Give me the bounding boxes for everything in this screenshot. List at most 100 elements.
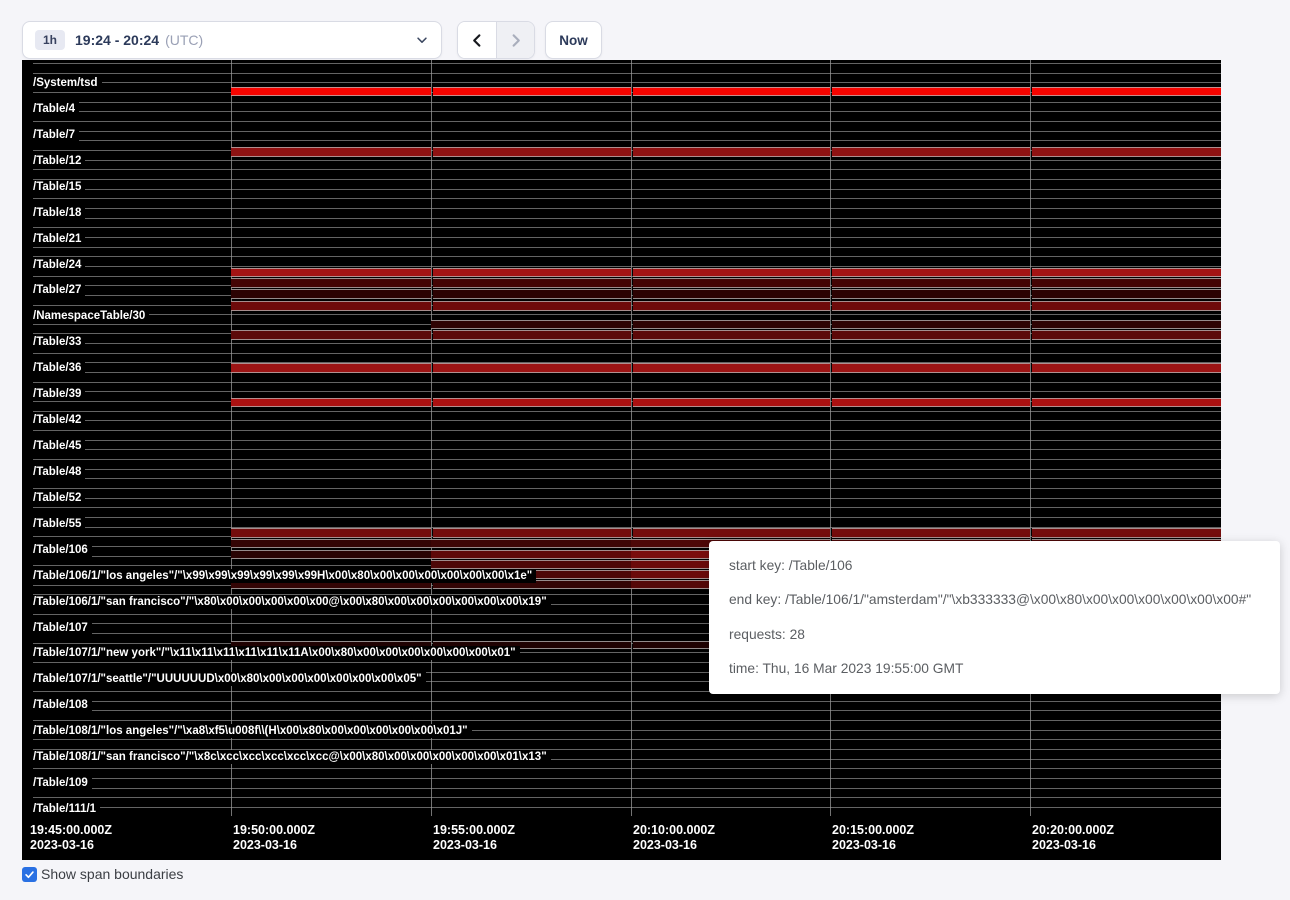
heat-cell[interactable]	[433, 268, 631, 278]
key-visualizer-canvas[interactable]: /System/tsd/Table/4/Table/7/Table/12/Tab…	[22, 60, 1221, 860]
row-label: /Table/108	[33, 698, 92, 712]
span-boundary-line	[33, 768, 1221, 769]
heat-cell[interactable]	[633, 363, 830, 373]
heat-cell[interactable]	[231, 330, 431, 340]
tick-date: 2023-03-16	[832, 838, 914, 853]
row-label: /Table/18	[33, 206, 85, 220]
heat-cell[interactable]	[832, 330, 1030, 340]
span-boundary-line	[33, 739, 1221, 740]
heat-cell[interactable]	[633, 268, 830, 278]
heat-cell[interactable]	[431, 560, 631, 569]
time-gridline	[631, 60, 632, 826]
time-nav-group	[457, 21, 535, 59]
span-boundary-line	[33, 111, 1221, 112]
heat-cell[interactable]	[832, 320, 1030, 329]
heat-cell[interactable]	[231, 147, 431, 157]
row-label: /Table/45	[33, 439, 85, 453]
span-boundary-line	[33, 720, 1221, 721]
tooltip-time: time: Thu, 16 Mar 2023 19:55:00 GMT	[729, 660, 1274, 678]
span-boundary-line	[33, 391, 1221, 392]
heat-cell[interactable]	[633, 289, 830, 299]
heat-cell[interactable]	[832, 278, 1030, 288]
heat-cell[interactable]	[1032, 289, 1221, 299]
heat-cell[interactable]	[231, 301, 431, 311]
heat-cell[interactable]	[431, 320, 631, 329]
tick-time: 19:55:00.000Z	[433, 823, 515, 838]
span-boundary-line	[33, 459, 1221, 460]
heat-cell[interactable]	[433, 398, 631, 408]
heat-cell[interactable]	[231, 398, 431, 408]
next-time-button[interactable]	[496, 22, 534, 58]
span-boundary-line	[33, 498, 1221, 499]
heat-cell[interactable]	[1032, 87, 1221, 96]
heat-cell[interactable]	[433, 289, 631, 299]
heat-cell[interactable]	[633, 398, 830, 408]
heat-cell[interactable]	[832, 268, 1030, 278]
heat-cell[interactable]	[231, 363, 431, 373]
tick-time: 20:20:00.000Z	[1032, 823, 1114, 838]
heat-cell[interactable]	[1032, 330, 1221, 340]
heat-cell[interactable]	[633, 330, 830, 340]
span-boundary-line	[33, 247, 1221, 248]
heat-cell[interactable]	[1032, 301, 1221, 311]
heat-cell[interactable]	[433, 528, 631, 538]
prev-time-button[interactable]	[458, 22, 496, 58]
span-boundary-line	[33, 797, 1221, 798]
heat-cell[interactable]	[431, 539, 631, 548]
span-boundary-line	[33, 189, 1221, 190]
heat-cell[interactable]	[1032, 528, 1221, 538]
heat-cell[interactable]	[231, 289, 431, 299]
span-boundary-line	[33, 507, 1221, 508]
heat-cell[interactable]	[633, 528, 830, 538]
time-gridline	[231, 60, 232, 826]
time-axis: 19:45:00.000Z2023-03-1619:50:00.000Z2023…	[22, 816, 1221, 860]
heat-cell[interactable]	[433, 87, 631, 96]
heat-cell[interactable]	[832, 528, 1030, 538]
heat-cell[interactable]	[1032, 363, 1221, 373]
row-label: /Table/7	[33, 128, 79, 142]
heat-cell[interactable]	[1032, 398, 1221, 408]
heat-cell[interactable]	[832, 301, 1030, 311]
heat-cell[interactable]	[633, 147, 830, 157]
heat-cell[interactable]	[431, 550, 631, 559]
heat-cell[interactable]	[231, 528, 431, 538]
heat-cell[interactable]	[633, 320, 830, 329]
heat-cell[interactable]	[231, 278, 431, 288]
now-button[interactable]: Now	[545, 21, 602, 59]
heat-cell[interactable]	[433, 301, 631, 311]
heat-cell[interactable]	[633, 301, 830, 311]
heat-cell[interactable]	[433, 278, 631, 288]
time-gridline	[1030, 60, 1031, 826]
heat-cell[interactable]	[633, 278, 830, 288]
show-span-boundaries-checkbox[interactable]	[22, 867, 37, 882]
heat-cell[interactable]	[832, 289, 1030, 299]
heat-cell[interactable]	[231, 550, 431, 559]
heat-cell[interactable]	[433, 147, 631, 157]
heat-cell[interactable]	[231, 268, 431, 278]
tick-date: 2023-03-16	[433, 838, 515, 853]
span-boundary-line	[33, 237, 1221, 238]
heat-cell[interactable]	[433, 363, 631, 373]
heat-cell[interactable]	[1032, 278, 1221, 288]
heat-cell[interactable]	[633, 87, 830, 96]
row-label: /Table/107/1/"new york"/"\x11\x11\x11\x1…	[33, 646, 520, 660]
heat-cell[interactable]	[433, 330, 631, 340]
heat-cell[interactable]	[1032, 320, 1221, 329]
time-axis-tick: 19:45:00.000Z2023-03-16	[30, 823, 112, 853]
heat-cell[interactable]	[832, 147, 1030, 157]
heat-cell[interactable]	[832, 87, 1030, 96]
heat-cell[interactable]	[231, 87, 431, 96]
time-range-selector[interactable]: 1h 19:24 - 20:24 (UTC)	[22, 21, 442, 59]
heat-cell[interactable]	[1032, 147, 1221, 157]
heat-cell[interactable]	[832, 398, 1030, 408]
heat-cell[interactable]	[832, 363, 1030, 373]
heat-cell[interactable]	[231, 539, 431, 548]
chevron-down-icon	[415, 33, 429, 47]
chevron-right-icon	[508, 33, 523, 48]
span-boundary-line	[33, 131, 1221, 132]
row-label: /Table/36	[33, 361, 85, 375]
heat-cell[interactable]	[1032, 268, 1221, 278]
time-gridline	[431, 60, 432, 826]
toolbar: 1h 19:24 - 20:24 (UTC) Now	[22, 21, 602, 59]
row-label: /Table/111/1	[33, 802, 100, 816]
